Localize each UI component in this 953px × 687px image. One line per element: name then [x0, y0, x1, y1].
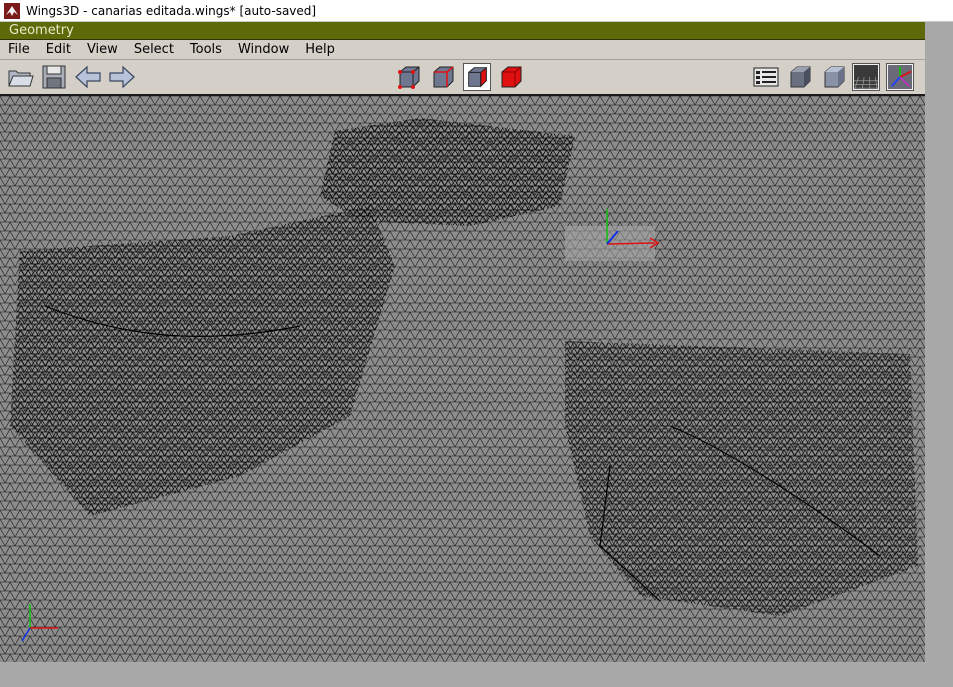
undo-arrow-icon — [75, 65, 101, 89]
groundplane-icon — [853, 64, 879, 90]
menu-bar: File Edit View Select Tools Window Help — [0, 40, 925, 60]
edge-mode-button[interactable] — [429, 63, 457, 91]
toolbar — [0, 60, 925, 96]
redo-button[interactable] — [108, 63, 136, 91]
bottom-status-area — [0, 662, 953, 687]
menu-file[interactable]: File — [0, 40, 38, 60]
open-folder-icon — [8, 70, 34, 87]
flat-shading-icon — [824, 66, 845, 88]
smooth-shading-button[interactable] — [786, 63, 814, 91]
edge-mode-icon — [433, 66, 454, 88]
menu-tools[interactable]: Tools — [182, 40, 230, 60]
3d-viewport[interactable] — [0, 96, 925, 662]
wireframe-mesh — [0, 96, 925, 662]
axes-toggle[interactable] — [886, 63, 914, 91]
groundplane-toggle[interactable] — [852, 63, 880, 91]
geometry-window: Geometry File Edit View Select Tools Win… — [0, 22, 925, 662]
menu-help[interactable]: Help — [297, 40, 343, 60]
body-mode-button[interactable] — [497, 63, 525, 91]
undo-button[interactable] — [74, 63, 102, 91]
save-button[interactable] — [40, 63, 68, 91]
flat-shading-button[interactable] — [820, 63, 848, 91]
hill-mesh-top — [320, 118, 575, 226]
redo-arrow-icon — [109, 65, 135, 89]
menu-window[interactable]: Window — [230, 40, 297, 60]
vertex-mode-icon — [398, 66, 420, 89]
outliner-icon — [753, 67, 779, 87]
geometry-panel-header[interactable]: Geometry — [0, 22, 925, 40]
menu-select[interactable]: Select — [126, 40, 182, 60]
menu-edit[interactable]: Edit — [38, 40, 79, 60]
window-title: Wings3D - canarias editada.wings* [auto-… — [26, 3, 317, 18]
vertex-mode-button[interactable] — [395, 63, 423, 91]
body-mode-icon — [501, 66, 522, 88]
wings3d-app-icon — [4, 2, 20, 19]
face-mode-button[interactable] — [463, 63, 491, 91]
right-scroll-area — [925, 22, 953, 662]
save-disk-icon — [42, 65, 66, 89]
face-mode-icon — [468, 66, 487, 88]
outliner-button[interactable] — [752, 63, 780, 91]
open-button[interactable] — [6, 63, 34, 91]
smooth-shading-icon — [790, 66, 811, 88]
menu-view[interactable]: View — [79, 40, 126, 60]
window-titlebar[interactable]: Wings3D - canarias editada.wings* [auto-… — [0, 0, 953, 22]
axes-icon — [887, 64, 913, 90]
